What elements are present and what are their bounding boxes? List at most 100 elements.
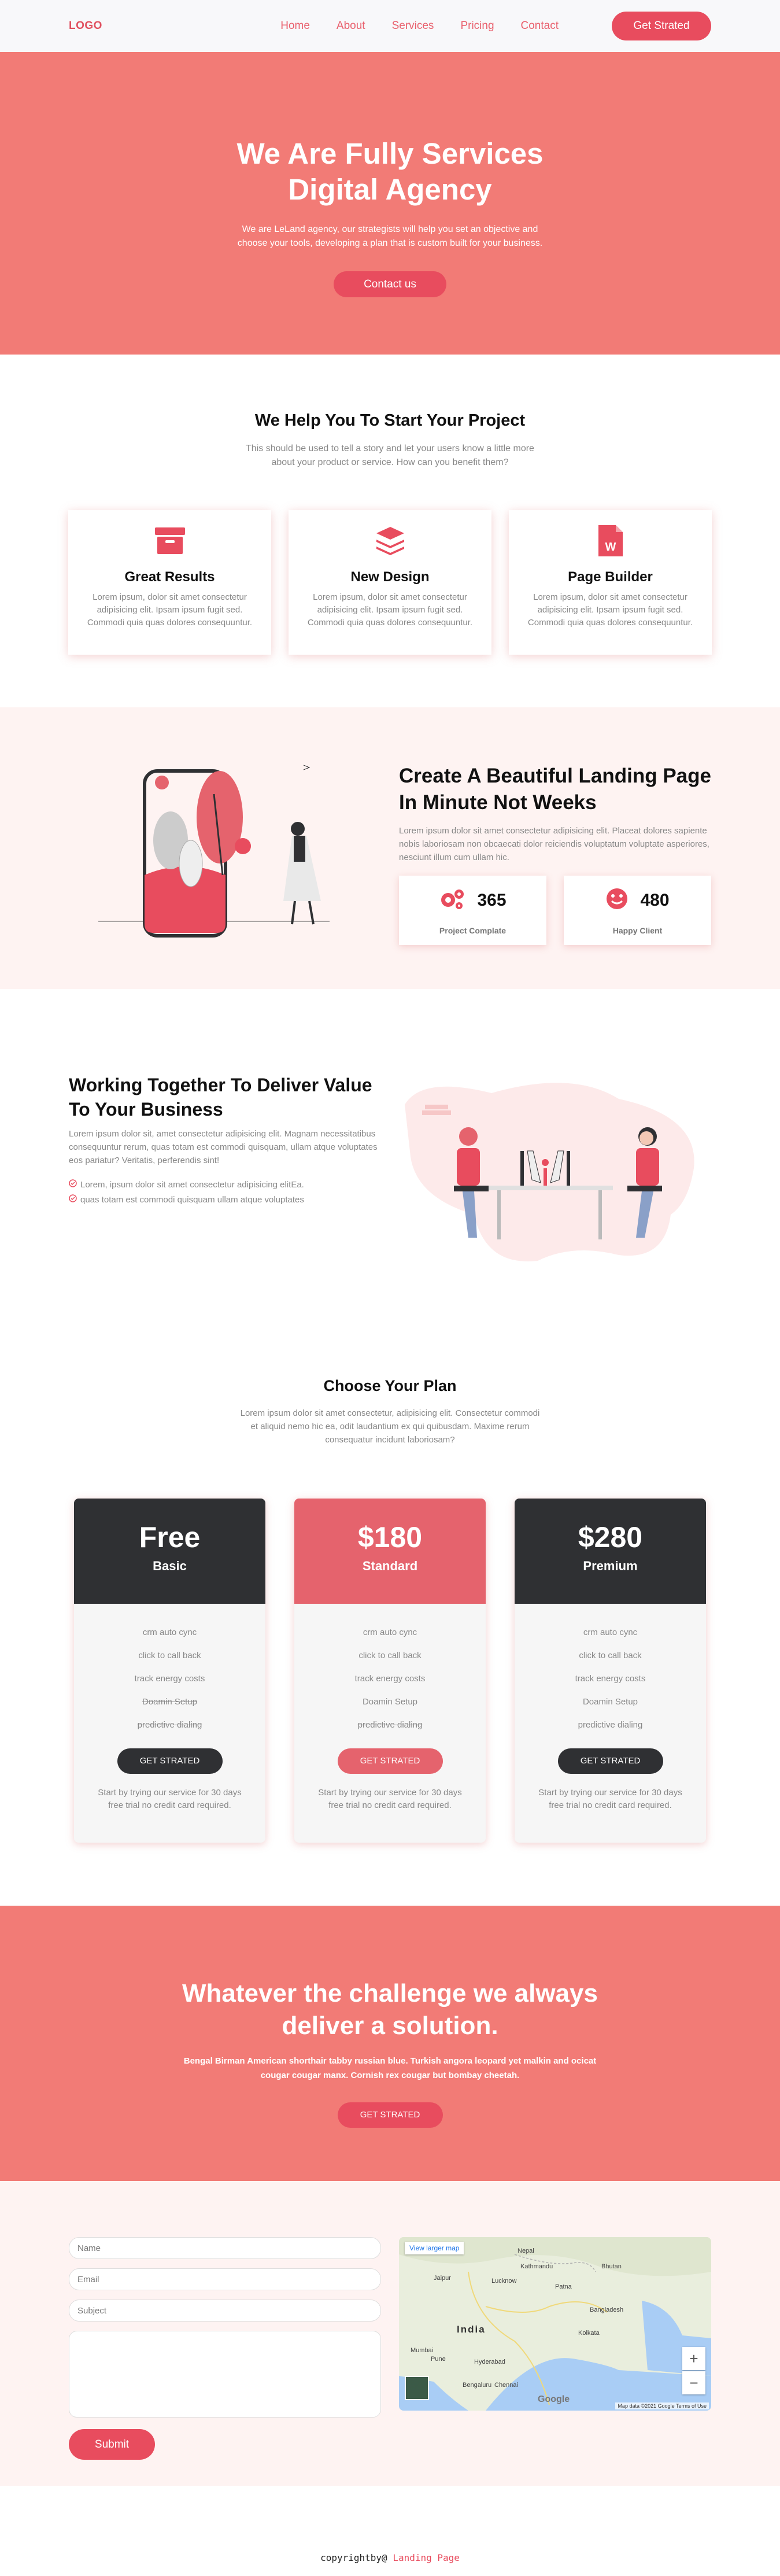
footer: copyrightby@ Landing Page	[0, 2486, 780, 2575]
plan-feature: track energy costs	[134, 1674, 205, 1684]
stats: 365 Project Complate 480 Happy Client	[399, 876, 711, 945]
map[interactable]: View larger map Nepal Kathmandu Bhutan J…	[399, 2237, 711, 2411]
map-label: Bangladesh	[590, 2306, 624, 2313]
plan-feature: crm auto cync	[363, 1627, 417, 1637]
word-file-icon: W	[509, 524, 712, 558]
plan-get-started-button[interactable]: GET STRATED	[337, 1748, 443, 1774]
list-item: Lorem, ipsum dolor sit amet consectetur …	[69, 1178, 381, 1193]
get-started-button[interactable]: Get Strated	[612, 12, 711, 40]
pricing-card-header: $280 Premium	[515, 1499, 706, 1604]
nav-link-about[interactable]: About	[337, 20, 365, 32]
cta-get-started-button[interactable]: GET STRATED	[337, 2102, 443, 2128]
plan-note: Start by trying our service for 30 days …	[538, 1788, 682, 1810]
message-field[interactable]	[69, 2331, 381, 2418]
plan-feature: crm auto cync	[583, 1627, 638, 1637]
plan-feature: crm auto cync	[142, 1627, 197, 1637]
plan-price: $280	[578, 1521, 643, 1553]
service-card: Great Results Lorem ipsum, dolor sit ame…	[68, 510, 271, 655]
services-subtitle: This should be used to tell a story and …	[246, 444, 534, 467]
service-card-text: Lorem ipsum, dolor sit amet consectetur …	[527, 592, 693, 628]
plan-get-started-button[interactable]: GET STRATED	[117, 1748, 223, 1774]
google-logo: Google	[538, 2394, 570, 2404]
email-field[interactable]	[69, 2268, 381, 2290]
plan-feature-unavailable: Doamin Setup	[142, 1697, 198, 1707]
pricing-title: Choose Your Plan	[323, 1377, 457, 1394]
landing-section: Create A Beautiful Landing Page In Minut…	[0, 707, 780, 989]
plan-price: Free	[139, 1521, 201, 1553]
service-card-title: Page Builder	[568, 569, 653, 585]
archive-box-icon	[68, 524, 271, 558]
service-card: New Design Lorem ipsum, dolor sit amet c…	[289, 510, 491, 655]
work-section: Working Together To Deliver Value To You…	[0, 989, 780, 1329]
plan-note: Start by trying our service for 30 days …	[98, 1788, 242, 1810]
nav-link-home[interactable]: Home	[280, 20, 310, 32]
services-section: We Help You To Start Your Project This s…	[0, 355, 780, 707]
map-label: Lucknow	[491, 2278, 517, 2285]
map-label: Bengaluru	[463, 2382, 492, 2389]
nav-link-contact[interactable]: Contact	[521, 20, 559, 32]
layers-icon	[289, 524, 491, 558]
plan-feature: click to call back	[579, 1651, 642, 1660]
pricing-card-premium: $280 Premium crm auto cync click to call…	[515, 1499, 706, 1843]
cta-section: Whatever the challenge we always deliver…	[0, 1906, 780, 2181]
map-attribution[interactable]: Map data ©2021 Google Terms of Use	[615, 2402, 709, 2409]
contact-us-button[interactable]: Contact us	[334, 271, 446, 297]
stat-card: 480 Happy Client	[564, 876, 711, 945]
list-item: quas totam est commodi quisquam ullam at…	[69, 1193, 381, 1208]
services-title: We Help You To Start Your Project	[254, 411, 526, 430]
service-card: W Page Builder Lorem ipsum, dolor sit am…	[509, 510, 712, 655]
view-larger-map-link[interactable]: View larger map	[405, 2242, 464, 2254]
phone-illustration	[98, 759, 341, 942]
work-text: Working Together To Deliver Value To You…	[69, 1073, 381, 1208]
landing-description: Lorem ipsum dolor sit amet consectetur a…	[399, 826, 709, 862]
service-card-title: New Design	[350, 569, 430, 585]
plan-name: Standard	[362, 1559, 418, 1573]
plan-get-started-button[interactable]: GET STRATED	[557, 1748, 663, 1774]
map-label: Chennai	[494, 2382, 518, 2389]
name-field[interactable]	[69, 2237, 381, 2259]
pricing-subtitle: Lorem ipsum dolor sit amet consectetur, …	[240, 1408, 540, 1445]
landing-title: Create A Beautiful Landing Page In Minut…	[399, 765, 711, 814]
satellite-toggle[interactable]	[405, 2376, 429, 2400]
plan-feature: click to call back	[358, 1651, 422, 1660]
check-circle-icon	[69, 1178, 77, 1193]
stat-value: 365	[477, 890, 507, 910]
nav-link-pricing[interactable]: Pricing	[460, 20, 494, 32]
work-description: Lorem ipsum dolor sit, amet consectetur …	[69, 1129, 378, 1165]
hero-text: We are LeLand agency, our strategists wi…	[237, 224, 543, 248]
gears-icon	[439, 887, 465, 913]
map-label: Kolkata	[578, 2330, 600, 2337]
pricing-card-basic: Free Basic crm auto cync click to call b…	[74, 1499, 265, 1843]
map-label: Nepal	[517, 2247, 534, 2254]
plan-features: crm auto cync click to call back track e…	[74, 1621, 265, 1737]
subject-field[interactable]	[69, 2300, 381, 2322]
pricing-card-header: $180 Standard	[294, 1499, 486, 1604]
map-label: Jaipur	[434, 2275, 451, 2282]
copyright-text: copyrightby@	[320, 2552, 387, 2563]
stat-label: Happy Client	[612, 926, 663, 935]
map-label: Kathmandu	[520, 2263, 553, 2270]
plan-feature: Doamin Setup	[582, 1697, 638, 1707]
hero-title: We Are Fully Services Digital Agency	[236, 137, 544, 206]
map-label: Mumbai	[411, 2347, 434, 2354]
plan-feature-unavailable: predictive dialing	[357, 1720, 423, 1730]
map-label: Hyderabad	[474, 2359, 505, 2365]
cta-text: Bengal Birman American shorthair tabby r…	[183, 2056, 597, 2080]
logo[interactable]: LOGO	[69, 20, 102, 32]
hero-section: We Are Fully Services Digital Agency We …	[0, 52, 780, 355]
plan-feature: predictive dialing	[578, 1720, 643, 1730]
plan-features: crm auto cync click to call back track e…	[515, 1621, 706, 1737]
map-label: Bhutan	[601, 2263, 622, 2270]
stat-label: Project Complate	[439, 926, 507, 935]
zoom-out-button[interactable]: −	[682, 2371, 705, 2394]
plan-feature: Doamin Setup	[362, 1697, 418, 1707]
plan-price: $180	[357, 1521, 423, 1553]
footer-brand-link[interactable]: Landing Page	[393, 2552, 460, 2563]
zoom-in-button[interactable]: +	[682, 2347, 705, 2370]
pricing-card-standard: $180 Standard crm auto cync click to cal…	[294, 1499, 486, 1843]
stat-value: 480	[640, 890, 670, 910]
nav-links: Home About Services Pricing Contact Get …	[254, 12, 711, 40]
nav-link-services[interactable]: Services	[392, 20, 434, 32]
submit-button[interactable]: Submit	[69, 2429, 155, 2460]
plan-feature: track energy costs	[354, 1674, 426, 1684]
